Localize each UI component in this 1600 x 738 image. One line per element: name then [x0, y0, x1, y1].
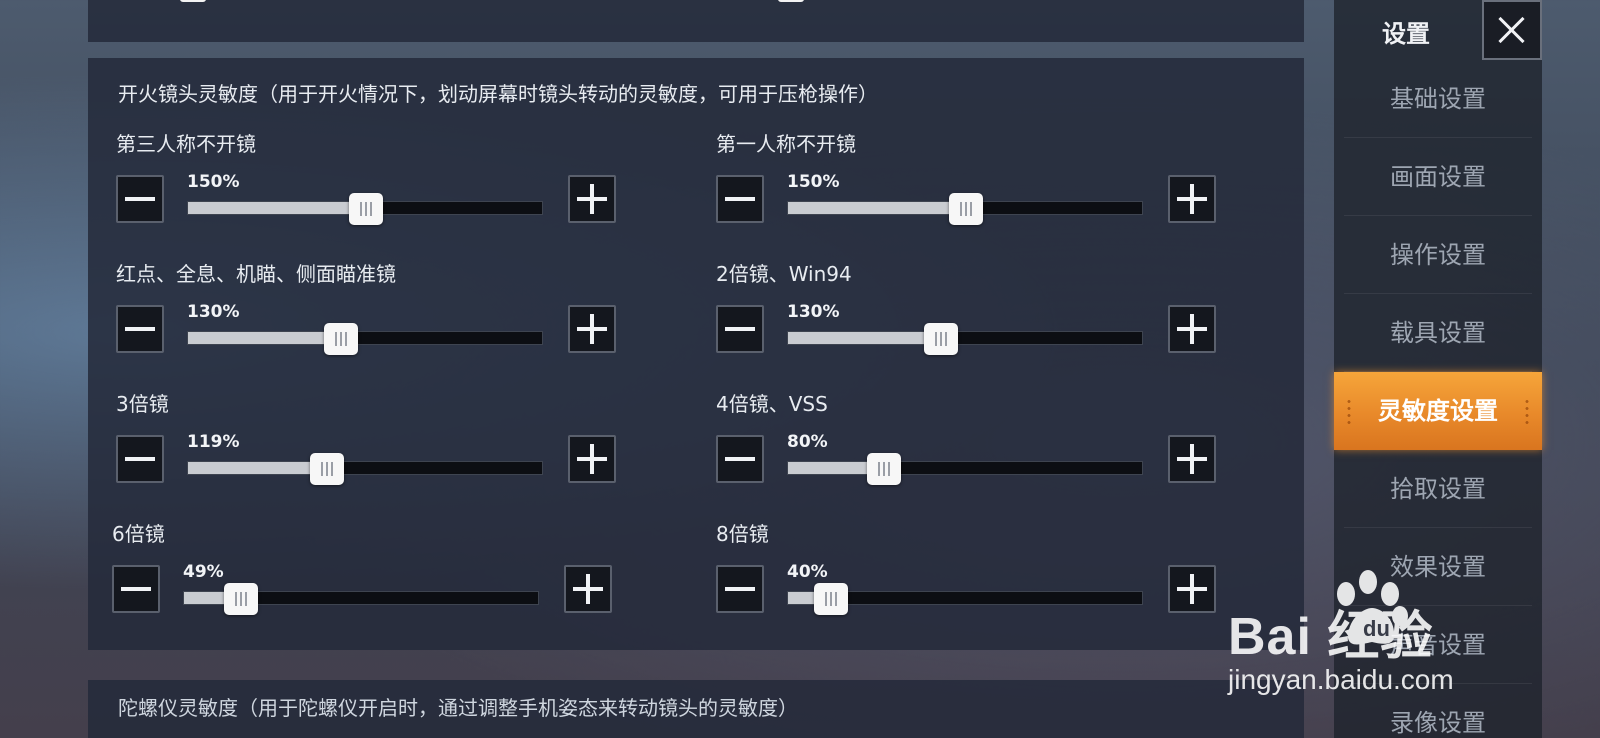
minus-icon: [725, 574, 755, 604]
section-title: 陀螺仪灵敏度（用于陀螺仪开启时，通过调整手机姿态来转动镜头的灵敏度）: [118, 696, 798, 720]
sidebar-item-label: 拾取设置: [1390, 475, 1486, 503]
slider-thumb[interactable]: [349, 193, 383, 225]
slider-track[interactable]: [787, 583, 1143, 615]
close-icon: [1498, 16, 1526, 44]
slider-fill: [188, 202, 365, 214]
sidebar-item-label: 操作设置: [1390, 241, 1486, 269]
slider-fill: [788, 202, 965, 214]
slider-thumb-partial[interactable]: [778, 0, 804, 2]
slider-thumb[interactable]: [924, 323, 959, 355]
increase-button[interactable]: [1168, 435, 1216, 483]
slider-label: 3倍镜: [116, 392, 169, 416]
slider-thumb-partial[interactable]: [180, 0, 206, 2]
slider-label: 8倍镜: [716, 522, 769, 546]
slider-track[interactable]: [787, 193, 1143, 225]
slider-track[interactable]: [187, 323, 543, 355]
sidebar-item[interactable]: 灵敏度设置: [1334, 372, 1542, 450]
slider-track[interactable]: [187, 193, 543, 225]
sidebar-item-label: 基础设置: [1390, 85, 1486, 113]
slider-value: 40%: [787, 562, 828, 582]
increase-button[interactable]: [568, 435, 616, 483]
close-button[interactable]: [1482, 0, 1542, 60]
sidebar-item[interactable]: 载具设置: [1334, 294, 1542, 372]
increase-button[interactable]: [1168, 305, 1216, 353]
slider-label: 第三人称不开镜: [116, 132, 256, 156]
slider-value: 49%: [183, 562, 224, 582]
sidebar-item[interactable]: 画面设置: [1334, 138, 1542, 216]
fire-sensitivity-panel: 开火镜头灵敏度（用于开火情况下，划动屏幕时镜头转动的灵敏度，可用于压枪操作） 第…: [88, 58, 1304, 650]
minus-icon: [725, 444, 755, 474]
plus-icon: [1177, 184, 1207, 214]
slider-label: 红点、全息、机瞄、侧面瞄准镜: [116, 262, 396, 286]
slider-label: 6倍镜: [112, 522, 165, 546]
plus-icon: [577, 444, 607, 474]
slider-value: 80%: [787, 432, 828, 452]
decrease-button[interactable]: [716, 435, 764, 483]
slider-thumb[interactable]: [309, 453, 344, 485]
increase-button[interactable]: [568, 305, 616, 353]
slider-track[interactable]: [787, 453, 1143, 485]
increase-button[interactable]: [568, 175, 616, 223]
plus-icon: [1177, 444, 1207, 474]
slider-thumb[interactable]: [949, 193, 983, 225]
minus-icon: [125, 184, 155, 214]
sidebar-item-label: 载具设置: [1390, 319, 1486, 347]
watermark: Bai 经验 du jingyan.baidu.com: [1228, 568, 1528, 718]
decrease-button[interactable]: [116, 305, 164, 353]
sidebar-item-label: 灵敏度设置: [1378, 397, 1498, 425]
slider-fill: [188, 332, 341, 344]
decrease-button[interactable]: [716, 175, 764, 223]
plus-icon: [577, 314, 607, 344]
minus-icon: [125, 314, 155, 344]
slider-track[interactable]: [187, 453, 543, 485]
gyro-sensitivity-panel: 陀螺仪灵敏度（用于陀螺仪开启时，通过调整手机姿态来转动镜头的灵敏度）: [88, 680, 1304, 738]
slider-value: 150%: [187, 172, 240, 192]
increase-button[interactable]: [564, 565, 612, 613]
slider-track[interactable]: [183, 583, 539, 615]
minus-icon: [125, 444, 155, 474]
grip-dots: [1524, 398, 1530, 426]
decrease-button[interactable]: [716, 305, 764, 353]
minus-icon: [725, 184, 755, 214]
slider-label: 4倍镜、VSS: [716, 392, 828, 416]
previous-settings-panel: [88, 0, 1304, 42]
paw-icon: du: [1337, 570, 1408, 645]
plus-icon: [1177, 314, 1207, 344]
decrease-button[interactable]: [112, 565, 160, 613]
slider-value: 150%: [787, 172, 840, 192]
svg-text:du: du: [1363, 616, 1390, 641]
slider-value: 130%: [187, 302, 240, 322]
slider-thumb[interactable]: [813, 583, 848, 615]
increase-button[interactable]: [1168, 175, 1216, 223]
slider-thumb[interactable]: [867, 453, 902, 485]
section-title: 开火镜头灵敏度（用于开火情况下，划动屏幕时镜头转动的灵敏度，可用于压枪操作）: [118, 82, 878, 106]
sidebar-item-label: 画面设置: [1390, 163, 1486, 191]
slider-label: 2倍镜、Win94: [716, 262, 852, 286]
slider-fill: [788, 332, 941, 344]
minus-icon: [725, 314, 755, 344]
increase-button[interactable]: [1168, 565, 1216, 613]
slider-fill: [188, 462, 327, 474]
watermark-url: jingyan.baidu.com: [1228, 664, 1454, 695]
sidebar-item[interactable]: 基础设置: [1334, 60, 1542, 138]
sidebar-title: 设置: [1382, 20, 1430, 48]
plus-icon: [573, 574, 603, 604]
slider-value: 130%: [787, 302, 840, 322]
sidebar-item[interactable]: 操作设置: [1334, 216, 1542, 294]
sidebar-item[interactable]: 拾取设置: [1334, 450, 1542, 528]
decrease-button[interactable]: [116, 175, 164, 223]
slider-value: 119%: [187, 432, 240, 452]
slider-thumb[interactable]: [223, 583, 258, 615]
slider-track[interactable]: [787, 323, 1143, 355]
minus-icon: [121, 574, 151, 604]
decrease-button[interactable]: [116, 435, 164, 483]
slider-label: 第一人称不开镜: [716, 132, 856, 156]
grip-dots: [1346, 398, 1352, 426]
plus-icon: [577, 184, 607, 214]
plus-icon: [1177, 574, 1207, 604]
slider-thumb[interactable]: [324, 323, 359, 355]
decrease-button[interactable]: [716, 565, 764, 613]
